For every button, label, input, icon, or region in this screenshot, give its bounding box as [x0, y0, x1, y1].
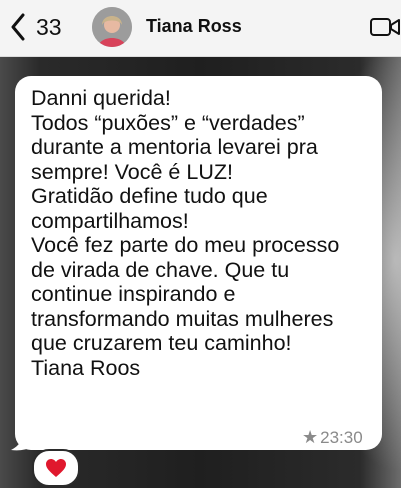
message-text: Danni querida! Todos “puxões” e “verdade…	[31, 86, 376, 380]
message-meta: ★ 23:30	[302, 427, 363, 448]
video-camera-icon[interactable]	[369, 16, 401, 38]
message-line: Todos “puxões” e “verdades”	[31, 110, 305, 135]
message-line: durante a mentoria levarei pra	[31, 135, 318, 159]
chevron-left-icon	[11, 13, 25, 41]
message-line: sempre! Você é LUZ!	[31, 159, 233, 184]
star-icon: ★	[302, 427, 319, 447]
contact-name[interactable]: Tiana Ross	[146, 16, 242, 37]
message-line: que cruzarem teu caminho!	[31, 331, 292, 355]
avatar[interactable]	[92, 7, 132, 47]
message-line: Danni querida!	[31, 86, 171, 110]
back-button[interactable]: 33	[10, 10, 62, 44]
message-line: de virada de chave. Que tu	[31, 257, 290, 282]
message-line: Gratidão define tudo que	[31, 184, 268, 208]
message-line: transformando muitas mulheres	[31, 306, 334, 331]
heart-icon	[46, 459, 66, 477]
unread-count: 33	[36, 13, 62, 40]
message-line: Tiana Roos	[31, 355, 141, 380]
message-line: compartilhamos!	[31, 208, 189, 233]
message-line: continue inspirando e	[31, 282, 236, 306]
reaction-badge[interactable]	[32, 449, 80, 487]
message-time: 23:30	[320, 427, 363, 447]
message-line: Você fez parte do meu processo	[31, 233, 340, 257]
chat-header: 33 Tiana Ross	[0, 0, 401, 57]
